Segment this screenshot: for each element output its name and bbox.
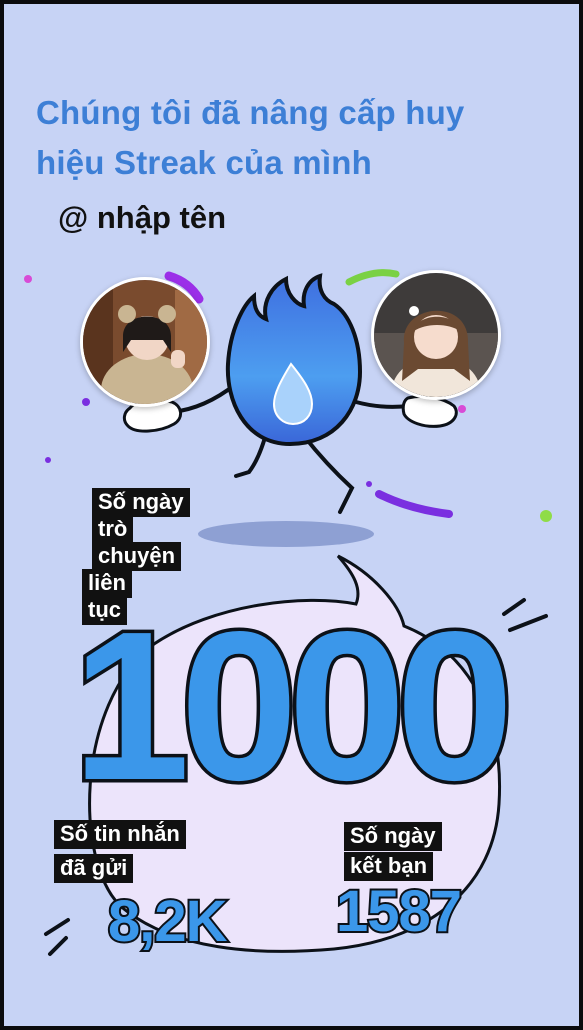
avatar-left-photo bbox=[83, 280, 207, 404]
streak-label-line-2: trò bbox=[92, 515, 134, 544]
streak-count: 1000 bbox=[69, 587, 518, 824]
confetti-dot bbox=[82, 398, 90, 406]
messages-count: 8,2K bbox=[106, 889, 229, 954]
confetti-dot bbox=[45, 457, 51, 463]
confetti-dot bbox=[540, 510, 552, 522]
messages-label-line-2: đã gửi bbox=[54, 854, 134, 883]
speech-line bbox=[44, 918, 70, 936]
friends-count: 1587 bbox=[334, 879, 464, 944]
ground-shadow bbox=[198, 521, 374, 547]
avatar-right[interactable] bbox=[371, 270, 501, 400]
confetti-dot bbox=[366, 481, 372, 487]
friends-label-line-1: Số ngày bbox=[344, 822, 442, 851]
username-tag[interactable]: @ nhập tên bbox=[58, 200, 226, 236]
avatar-left[interactable] bbox=[80, 277, 210, 407]
friends-label-line-2: kết bạn bbox=[344, 852, 434, 881]
confetti-arc bbox=[375, 490, 453, 518]
messages-label-line-1: Số tin nhắn bbox=[54, 820, 186, 849]
streak-label-line-1: Số ngày bbox=[92, 488, 190, 517]
streak-label-line-3: chuyện bbox=[92, 542, 182, 571]
confetti-dot bbox=[458, 405, 466, 413]
headline: Chúng tôi đã nâng cấp huy hiệu Streak củ… bbox=[36, 94, 465, 181]
confetti-dot bbox=[24, 275, 32, 283]
story-screen: Chúng tôi đã nâng cấp huy hiệu Streak củ… bbox=[4, 4, 579, 1026]
speech-line bbox=[48, 936, 68, 956]
confetti-arc bbox=[345, 269, 400, 286]
avatar-right-photo bbox=[374, 273, 498, 397]
